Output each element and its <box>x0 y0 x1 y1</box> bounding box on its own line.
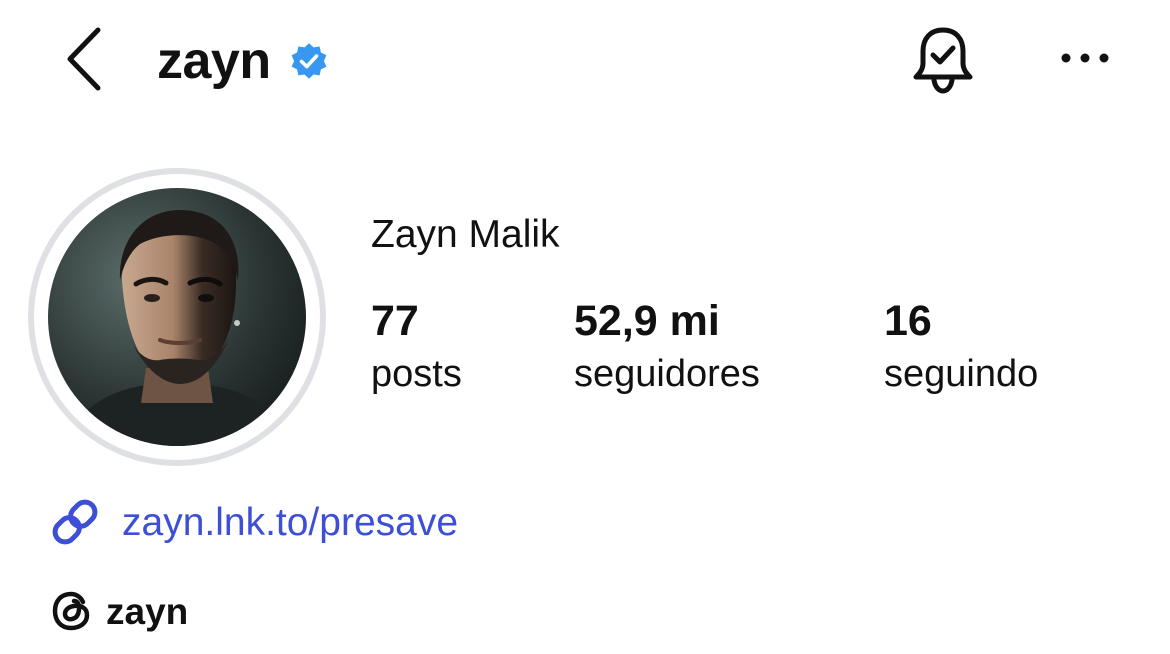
username-title: zayn <box>157 28 329 94</box>
avatar-ring <box>28 168 326 466</box>
following-count[interactable]: 16 seguindo <box>884 297 1039 399</box>
back-button[interactable] <box>52 22 116 96</box>
threads-badge[interactable]: zayn <box>50 584 188 638</box>
threads-username: zayn <box>106 590 189 632</box>
more-horizontal-icon <box>1061 53 1109 63</box>
bell-check-icon <box>913 27 973 94</box>
followers-count[interactable]: 52,9 mi seguidores <box>574 297 760 399</box>
posts-label: posts <box>371 353 462 396</box>
bio-link[interactable]: zayn.lnk.to/presave <box>48 492 458 552</box>
link-icon <box>48 495 102 549</box>
more-options-button[interactable] <box>1050 30 1120 86</box>
followers-value: 52,9 mi <box>574 297 720 345</box>
threads-icon <box>50 589 94 633</box>
notifications-button[interactable] <box>905 20 981 100</box>
posts-count[interactable]: 77 posts <box>371 297 462 399</box>
following-label: seguindo <box>884 353 1039 396</box>
verified-badge-icon <box>289 41 329 81</box>
username: zayn <box>157 32 271 90</box>
bio-link-text: zayn.lnk.to/presave <box>122 500 459 544</box>
following-value: 16 <box>884 297 932 345</box>
avatar[interactable] <box>48 188 306 446</box>
profile-full-name: Zayn Malik <box>371 213 560 256</box>
chevron-left-icon <box>67 27 101 91</box>
avatar-ring-gap <box>34 174 320 460</box>
posts-value: 77 <box>371 297 419 345</box>
followers-label: seguidores <box>574 353 760 396</box>
profile-header: zayn <box>0 0 1170 130</box>
